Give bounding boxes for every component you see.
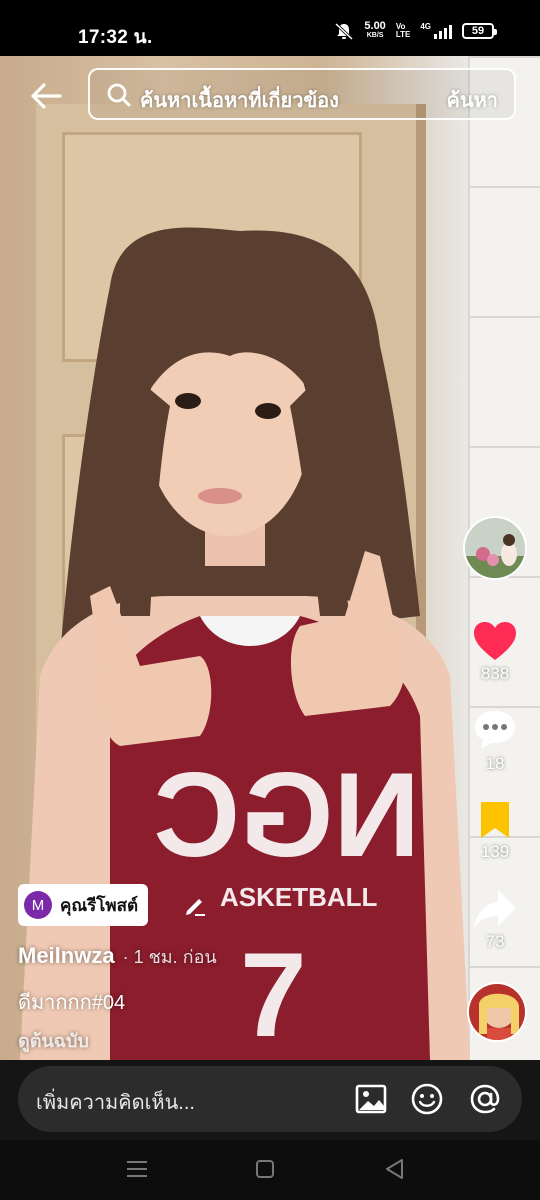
search-input[interactable]: ค้นหาเนื้อหาที่เกี่ยวข้อง	[140, 84, 339, 116]
search-icon	[107, 83, 131, 107]
status-bar: 17:32 น. 5.00 KB/S Vo LTE 4G 59	[0, 0, 540, 56]
network-speed-unit: KB/S	[366, 32, 384, 39]
save-count: 139	[480, 842, 510, 861]
volte-indicator: Vo LTE	[396, 23, 411, 39]
network-speed: 5.00 KB/S	[364, 20, 386, 40]
signal-icon: 4G	[420, 23, 452, 39]
comment-input[interactable]: เพิ่มความคิดเห็น...	[36, 1086, 195, 1118]
author-row: Meilnwza · 1 ชม. ก่อน	[18, 942, 217, 971]
like-action[interactable]: 838	[463, 620, 527, 684]
status-indicators: 5.00 KB/S Vo LTE 4G 59	[334, 20, 497, 40]
back-triangle-icon[interactable]	[382, 1156, 408, 1182]
post-caption[interactable]: ดีมากกก#04	[18, 986, 125, 1018]
comment-bubble-icon[interactable]	[472, 708, 518, 752]
network-speed-value: 5.00	[364, 20, 386, 32]
comment-input-pill[interactable]: เพิ่มความคิดเห็น...	[18, 1066, 522, 1132]
battery-level: 59	[471, 25, 485, 37]
author-avatar[interactable]	[463, 516, 527, 580]
save-action[interactable]: 139	[463, 800, 527, 862]
comment-action[interactable]: 18	[463, 708, 527, 774]
see-original-link[interactable]: ดูต้นฉบับ	[18, 1026, 89, 1055]
edit-repost-button[interactable]	[176, 886, 214, 924]
comment-count: 18	[485, 754, 505, 773]
comment-bar: เพิ่มความคิดเห็น...	[0, 1060, 540, 1140]
network-type: 4G	[420, 22, 431, 31]
pencil-icon	[186, 899, 205, 916]
repost-label: คุณรีโพสต์	[60, 895, 139, 915]
repost-chip[interactable]: M คุณรีโพสต์	[18, 884, 149, 926]
share-arrow-icon[interactable]	[472, 888, 518, 930]
battery-icon: 59	[462, 23, 497, 39]
system-nav-bar	[0, 1140, 540, 1200]
author-username[interactable]: Meilnwza	[18, 943, 115, 969]
back-button[interactable]	[26, 76, 66, 116]
bookmark-icon[interactable]	[478, 800, 512, 840]
search-bar[interactable]: ค้นหาเนื้อหาที่เกี่ยวข้อง ค้นหา	[88, 68, 516, 120]
repost-avatar: M	[24, 891, 52, 919]
home-square-icon[interactable]	[252, 1156, 278, 1182]
like-count: 838	[480, 664, 510, 683]
search-button[interactable]: ค้นหา	[447, 84, 498, 116]
status-time: 17:32 น.	[78, 27, 153, 48]
heart-icon[interactable]	[472, 620, 518, 662]
share-action[interactable]: 73	[463, 888, 527, 952]
image-icon[interactable]	[354, 1082, 388, 1116]
share-count: 73	[485, 932, 505, 951]
svg-text:ASKETBALL: ASKETBALL	[220, 882, 378, 912]
post-time: · 1 ชม. ก่อน	[122, 947, 217, 967]
svg-text:7: 7	[240, 928, 307, 1060]
sound-avatar[interactable]	[467, 982, 527, 1042]
volte-bottom: LTE	[395, 30, 411, 39]
emoji-icon[interactable]	[410, 1082, 444, 1116]
svg-text:NGC: NGC	[153, 748, 420, 882]
arrow-left-icon	[31, 83, 62, 109]
menu-icon[interactable]	[124, 1156, 150, 1182]
mention-icon[interactable]	[468, 1082, 502, 1116]
mute-bell-icon	[335, 22, 354, 40]
